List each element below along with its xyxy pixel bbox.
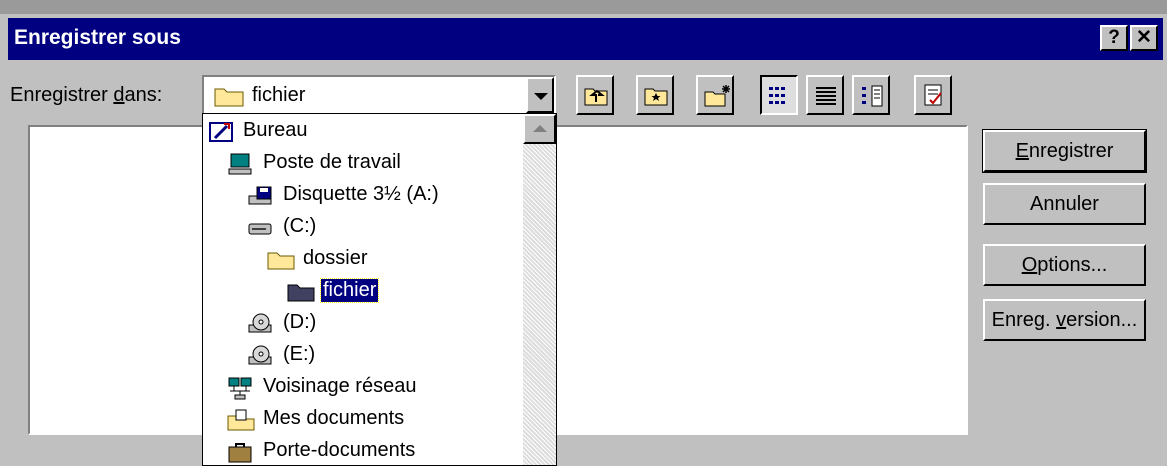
folder-icon (267, 248, 295, 272)
floppy-drive-icon (247, 184, 275, 208)
cd-drive-icon (247, 312, 275, 336)
hard-drive-icon (247, 216, 275, 240)
favorites-folder-icon (644, 88, 668, 106)
my-documents-icon (227, 408, 255, 432)
new-folder-icon (704, 85, 730, 107)
briefcase-icon (227, 440, 255, 464)
scroll-up-arrow-icon[interactable] (523, 114, 556, 144)
details-icon (816, 87, 836, 105)
help-button[interactable]: ? (1100, 25, 1128, 51)
list-icon (769, 87, 785, 104)
folder-up-icon (584, 88, 608, 106)
title-bar: Enregistrer sous ? ✕ (8, 18, 1163, 60)
window-title: Enregistrer sous (14, 26, 181, 49)
close-button[interactable]: ✕ (1130, 25, 1158, 51)
dropdown-scrollbar[interactable] (523, 114, 556, 465)
tools-icon (924, 84, 942, 106)
network-icon (227, 376, 255, 400)
cancel-button[interactable]: Annuler (983, 183, 1146, 225)
cd-drive-icon (247, 344, 275, 368)
save-button[interactable]: Enregistrer (982, 129, 1147, 173)
up-one-level-button[interactable] (576, 75, 614, 115)
options-button[interactable]: Options... (983, 244, 1146, 286)
favorites-button[interactable] (636, 75, 674, 115)
save-in-dropdown-list[interactable]: Bureau Poste de travail Disquette 3½ (A:… (202, 113, 557, 466)
save-version-button[interactable]: Enreg. version... (983, 299, 1146, 341)
save-in-value: fichier (252, 84, 306, 106)
tools-button[interactable] (914, 75, 952, 115)
background-strip (0, 0, 1167, 14)
properties-icon (862, 85, 883, 107)
computer-icon (227, 152, 255, 176)
desktop-icon (207, 120, 235, 144)
chevron-down-icon[interactable] (526, 77, 554, 113)
folder-icon (214, 85, 244, 113)
save-in-combobox[interactable]: fichier (202, 75, 556, 115)
save-in-label: Enregistrer dans: (10, 84, 163, 106)
open-folder-icon (287, 280, 315, 304)
list-view-button[interactable] (760, 75, 798, 115)
details-view-button[interactable] (806, 75, 844, 115)
properties-view-button[interactable] (852, 75, 890, 115)
new-folder-button[interactable] (696, 75, 734, 115)
